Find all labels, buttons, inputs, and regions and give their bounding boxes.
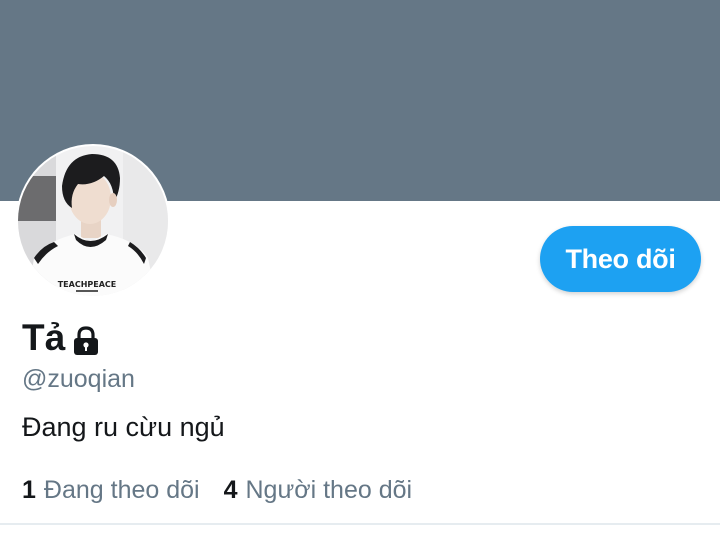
profile-avatar[interactable]: TEACHPEACE bbox=[18, 146, 168, 296]
follow-button[interactable]: Theo dõi bbox=[540, 226, 701, 292]
profile-bio: Đang ru cừu ngủ bbox=[22, 412, 225, 442]
following-stat[interactable]: 1 Đang theo dõi bbox=[22, 474, 200, 506]
followers-count: 4 bbox=[223, 476, 238, 504]
followers-stat[interactable]: 4 Người theo dõi bbox=[224, 474, 412, 506]
display-name: Tả bbox=[22, 317, 66, 358]
lock-icon bbox=[71, 325, 101, 357]
avatar-shirt-text: TEACHPEACE bbox=[58, 280, 117, 289]
profile-handle: @zuoqian bbox=[22, 365, 135, 393]
profile-name-row: Tả bbox=[22, 313, 101, 363]
following-count: 1 bbox=[22, 476, 36, 504]
section-divider bbox=[0, 523, 720, 525]
followers-label: Người theo dõi bbox=[245, 476, 413, 504]
following-label: Đang theo dõi bbox=[43, 476, 200, 504]
avatar-photo: TEACHPEACE bbox=[18, 146, 168, 296]
profile-stats: 1 Đang theo dõi 4 Người theo dõi bbox=[22, 474, 436, 506]
